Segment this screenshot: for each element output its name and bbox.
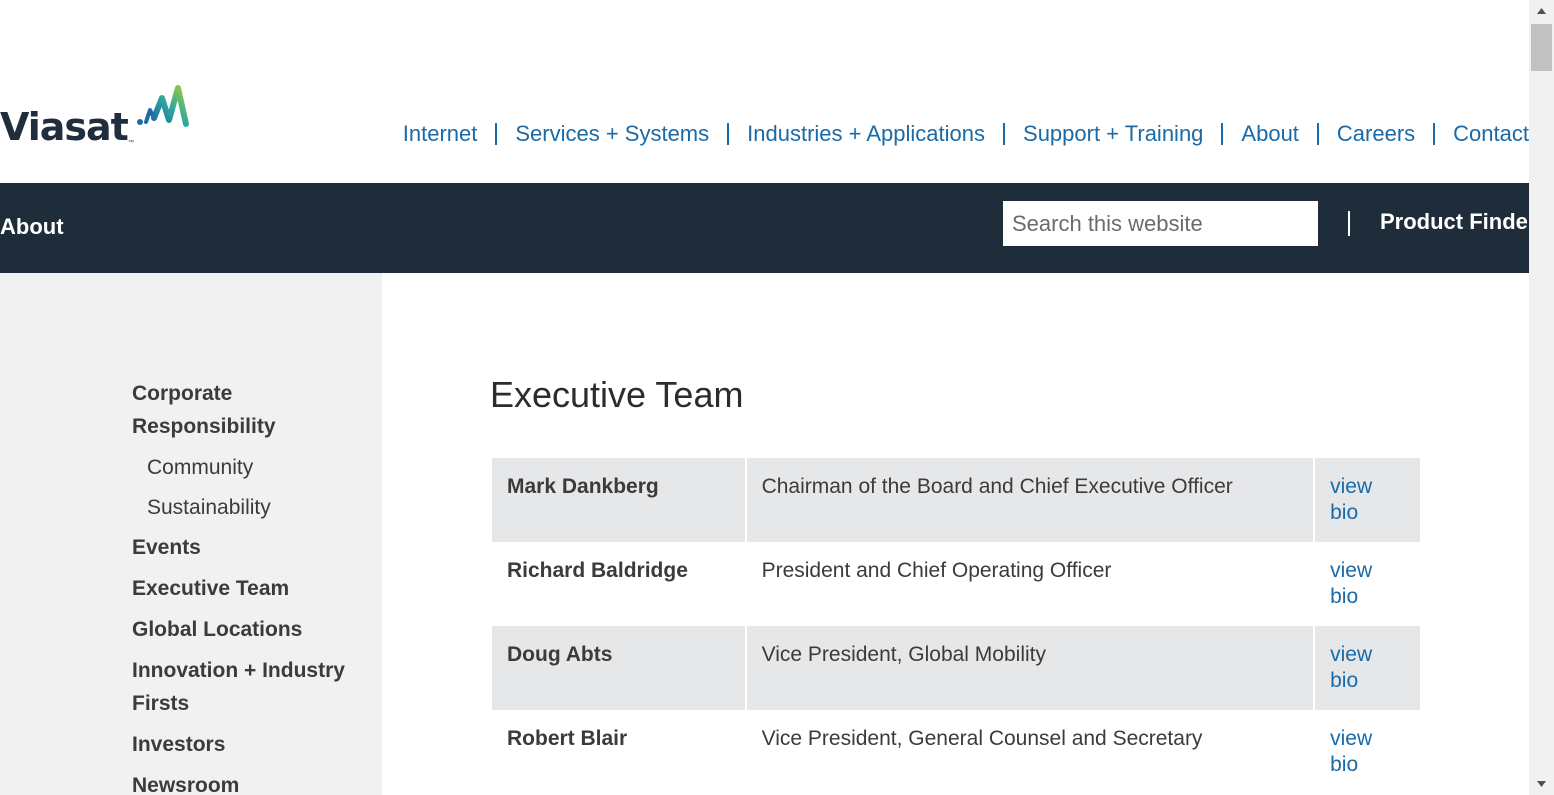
nav-careers[interactable]: Careers	[1337, 121, 1415, 147]
sidebar-item-newsroom[interactable]: Newsroom	[132, 769, 362, 795]
search-input[interactable]	[1003, 201, 1318, 246]
nav-separator	[1433, 123, 1436, 145]
page-title: Executive Team	[490, 374, 744, 415]
sidebar-item-investors[interactable]: Investors	[132, 728, 362, 761]
sidebar-item-events[interactable]: Events	[132, 531, 362, 564]
table-row: Mark Dankberg Chairman of the Board and …	[492, 458, 1420, 542]
viasat-logo[interactable]: Viasat ™	[0, 84, 189, 149]
sidebar: Corporate Responsibility Community Susta…	[0, 273, 382, 795]
nav-separator	[1221, 123, 1224, 145]
table-row: Richard Baldridge President and Chief Op…	[492, 542, 1420, 626]
executive-title: Chairman of the Board and Chief Executiv…	[746, 458, 1314, 542]
sidebar-item-sustainability[interactable]: Sustainability	[132, 491, 362, 524]
nav-internet[interactable]: Internet	[403, 121, 478, 147]
band-separator	[1348, 211, 1350, 236]
executive-name: Richard Baldridge	[507, 559, 688, 582]
nav-separator	[1316, 123, 1319, 145]
executive-name: Mark Dankberg	[492, 458, 745, 542]
view-bio-link[interactable]: view bio	[1315, 542, 1420, 626]
executive-table: Mark Dankberg Chairman of the Board and …	[490, 458, 1422, 794]
section-title: About	[0, 214, 64, 239]
sidebar-nav: Corporate Responsibility Community Susta…	[132, 377, 362, 795]
nav-contact[interactable]: Contact	[1453, 121, 1529, 147]
scroll-down-arrow-icon[interactable]	[1529, 777, 1554, 791]
view-bio-link[interactable]: view bio	[1315, 626, 1420, 710]
nav-industries-applications[interactable]: Industries + Applications	[747, 121, 985, 147]
nav-support-training[interactable]: Support + Training	[1023, 121, 1203, 147]
table-row: Robert Blair Vice President, General Cou…	[492, 710, 1420, 794]
sidebar-item-community[interactable]: Community	[132, 451, 362, 484]
logo-signal-icon	[137, 85, 189, 127]
main-navigation: Internet Services + Systems Industries +…	[403, 118, 1529, 150]
executive-title: Vice President, General Counsel and Secr…	[761, 727, 1203, 750]
view-bio-link[interactable]: view bio	[1315, 458, 1420, 542]
top-header: Viasat ™ Internet Services + Systems Ind…	[0, 0, 1529, 183]
sidebar-item-executive-team[interactable]: Executive Team	[132, 572, 362, 605]
executive-title: President and Chief Operating Officer	[761, 559, 1112, 582]
sidebar-item-innovation[interactable]: Innovation + Industry Firsts	[132, 654, 362, 720]
logo-trademark: ™	[128, 140, 134, 146]
sidebar-item-global-locations[interactable]: Global Locations	[132, 613, 362, 646]
logo-wordmark: Viasat	[0, 105, 129, 149]
page: Viasat ™ Internet Services + Systems Ind…	[0, 0, 1529, 795]
nav-separator	[495, 123, 498, 145]
nav-about[interactable]: About	[1241, 121, 1299, 147]
sidebar-item-corporate-responsibility[interactable]: Corporate Responsibility	[132, 377, 362, 443]
executive-name: Doug Abts	[492, 626, 745, 710]
nav-separator	[727, 123, 730, 145]
executive-name: Robert Blair	[507, 727, 628, 750]
nav-services-systems[interactable]: Services + Systems	[515, 121, 709, 147]
scroll-up-arrow-icon[interactable]	[1529, 4, 1554, 18]
executive-title: Vice President, Global Mobility	[746, 626, 1314, 710]
scrollbar-thumb[interactable]	[1531, 24, 1552, 71]
table-row: Doug Abts Vice President, Global Mobilit…	[492, 626, 1420, 710]
nav-separator	[1003, 123, 1006, 145]
view-bio-link[interactable]: view bio	[1315, 710, 1420, 794]
product-finder-link[interactable]: Product Finder	[1380, 209, 1529, 235]
vertical-scrollbar[interactable]	[1529, 0, 1554, 795]
